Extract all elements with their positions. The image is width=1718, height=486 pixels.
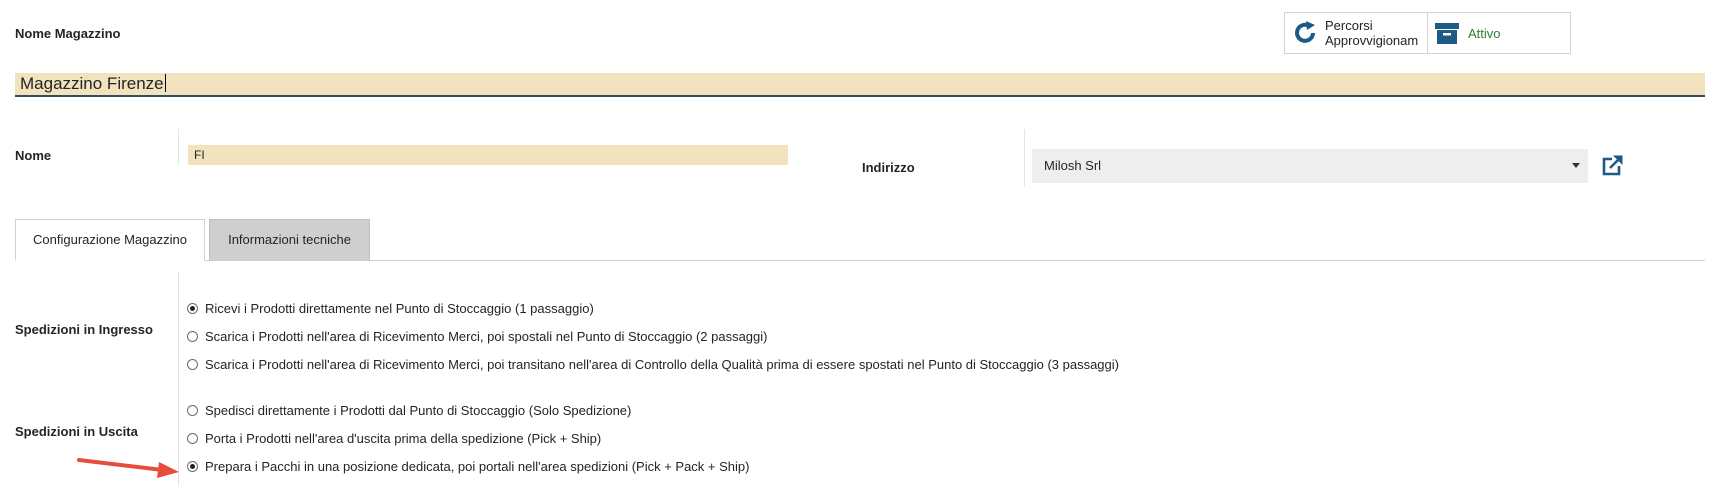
- incoming-option-2[interactable]: Scarica i Prodotti nell'area di Ricevime…: [187, 327, 768, 345]
- incoming-shipments-label: Spedizioni in Ingresso: [15, 322, 153, 337]
- refresh-icon: [1291, 19, 1319, 47]
- external-link-icon[interactable]: [1600, 154, 1624, 181]
- outgoing-shipments-label: Spedizioni in Uscita: [15, 424, 138, 439]
- active-label: Attivo: [1468, 25, 1501, 41]
- warehouse-name-label: Nome Magazzino: [15, 26, 121, 41]
- routes-button[interactable]: Percorsi Approvvigionam: [1285, 13, 1428, 53]
- active-toggle-button[interactable]: Attivo: [1428, 13, 1570, 53]
- red-arrow-annotation: [77, 458, 179, 478]
- radio-button[interactable]: [187, 358, 198, 370]
- field-divider: [178, 129, 179, 165]
- short-name-input[interactable]: FI: [188, 145, 788, 165]
- radio-button-checked[interactable]: [187, 302, 198, 314]
- radio-button[interactable]: [187, 432, 198, 444]
- warehouse-name-value: Magazzino Firenze: [20, 74, 164, 93]
- address-select[interactable]: Milosh Srl: [1032, 149, 1588, 183]
- radio-button[interactable]: [187, 330, 198, 342]
- incoming-option-1[interactable]: Ricevi i Prodotti direttamente nel Punto…: [187, 299, 594, 317]
- tab-warehouse-configuration[interactable]: Configurazione Magazzino: [15, 219, 205, 261]
- smart-buttons: Percorsi Approvvigionam Attivo: [1284, 12, 1571, 54]
- option-label: Ricevi i Prodotti direttamente nel Punto…: [205, 300, 594, 316]
- field-divider: [1024, 129, 1025, 187]
- address-value: Milosh Srl: [1044, 158, 1102, 173]
- short-name-label: Nome: [15, 148, 52, 163]
- radio-button[interactable]: [187, 404, 198, 416]
- address-label: Indirizzo: [862, 160, 915, 175]
- routes-label-line2: Approvvigionam: [1325, 33, 1419, 48]
- outgoing-option-3[interactable]: Prepara i Pacchi in una posizione dedica…: [187, 457, 749, 475]
- radio-button-checked[interactable]: [187, 460, 198, 472]
- option-label: Prepara i Pacchi in una posizione dedica…: [205, 458, 750, 474]
- routes-label-line1: Percorsi: [1325, 18, 1373, 33]
- outgoing-option-2[interactable]: Porta i Prodotti nell'area d'uscita prim…: [187, 429, 601, 447]
- tab-technical-information[interactable]: Informazioni tecniche: [209, 219, 370, 261]
- archive-icon: [1434, 21, 1460, 45]
- warehouse-name-input[interactable]: Magazzino Firenze: [15, 73, 1705, 97]
- incoming-option-3[interactable]: Scarica i Prodotti nell'area di Ricevime…: [187, 355, 1119, 373]
- outgoing-option-1[interactable]: Spedisci direttamente i Prodotti dal Pun…: [187, 401, 631, 419]
- option-label: Spedisci direttamente i Prodotti dal Pun…: [205, 402, 632, 418]
- option-label: Porta i Prodotti nell'area d'uscita prim…: [205, 430, 602, 446]
- text-cursor: [164, 74, 166, 92]
- option-label: Scarica i Prodotti nell'area di Ricevime…: [205, 356, 1119, 372]
- chevron-down-icon: [1572, 163, 1580, 168]
- option-label: Scarica i Prodotti nell'area di Ricevime…: [205, 328, 768, 344]
